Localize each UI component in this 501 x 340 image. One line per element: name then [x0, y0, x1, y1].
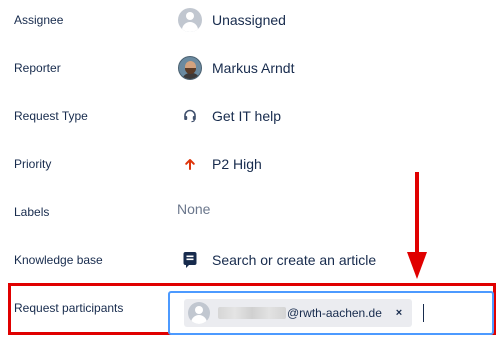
- arrow-up-icon: [178, 152, 202, 176]
- knowledge-base-value: Search or create an article: [212, 252, 377, 268]
- request-participants-input[interactable]: @rwth-aachen.de ×: [168, 291, 494, 335]
- knowledge-base-label: Knowledge base: [14, 253, 103, 267]
- labels-field[interactable]: None: [177, 201, 210, 217]
- assignee-label: Assignee: [14, 13, 64, 27]
- request-details-panel: Assignee Unassigned Reporter Markus Arnd…: [0, 0, 501, 340]
- participant-email-domain: @rwth-aachen.de: [287, 306, 382, 320]
- remove-participant-icon[interactable]: ×: [392, 306, 406, 320]
- reporter-label: Reporter: [14, 61, 61, 75]
- priority-value: P2 High: [212, 156, 262, 172]
- reporter-value: Markus Arndt: [212, 60, 295, 76]
- knowledge-base-field[interactable]: Search or create an article: [178, 248, 376, 272]
- red-down-arrow: [407, 172, 427, 279]
- priority-label: Priority: [14, 157, 52, 171]
- text-caret: [422, 304, 424, 322]
- request-type-label: Request Type: [14, 109, 88, 123]
- redacted-email-username: [218, 307, 286, 319]
- headset-icon: [178, 104, 202, 128]
- participant-chip[interactable]: @rwth-aachen.de ×: [184, 299, 412, 327]
- labels-label: Labels: [14, 205, 50, 219]
- assignee-value: Unassigned: [212, 12, 286, 28]
- priority-field[interactable]: P2 High: [178, 152, 262, 176]
- reporter-field[interactable]: Markus Arndt: [178, 56, 294, 80]
- user-avatar-icon: [178, 8, 202, 32]
- request-type-field[interactable]: Get IT help: [178, 104, 281, 128]
- assignee-field[interactable]: Unassigned: [178, 8, 286, 32]
- labels-value: None: [177, 201, 211, 217]
- reporter-avatar: [178, 56, 202, 80]
- request-type-value: Get IT help: [212, 108, 282, 124]
- article-icon: [178, 248, 202, 272]
- user-avatar-icon: [188, 302, 210, 324]
- request-participants-label: Request participants: [14, 301, 124, 315]
